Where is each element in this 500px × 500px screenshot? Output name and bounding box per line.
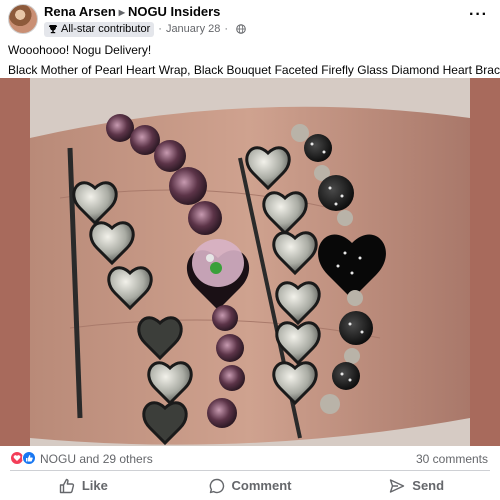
comments-count[interactable]: 30 comments — [416, 452, 488, 466]
separator-dot: · — [224, 23, 229, 35]
post-actions: Like Comment Send — [0, 471, 500, 500]
post-caption-line-2: Black Mother of Pearl Heart Wrap, Black … — [8, 63, 500, 77]
send-button[interactable]: Send — [333, 471, 500, 500]
author-name[interactable]: Rena Arsen — [44, 4, 116, 19]
contributor-badge[interactable]: All-star contributor — [44, 21, 155, 37]
post-caption-line-1: Wooohooo! Nogu Delivery! — [8, 43, 152, 57]
like-label: Like — [81, 478, 108, 493]
triangle-right-icon: ▶ — [118, 8, 125, 17]
globe-icon — [236, 24, 246, 34]
send-label: Send — [412, 478, 445, 493]
post-date[interactable]: January 28 — [166, 23, 220, 35]
separator-dot: · — [158, 23, 162, 35]
reaction-icons[interactable] — [10, 451, 38, 465]
post-header: Rena Arsen ▶ NOGU Insiders All-star contri… — [0, 0, 500, 40]
like-reaction-icon — [22, 451, 36, 465]
like-button[interactable]: Like — [0, 471, 167, 500]
badge-label: All-star contributor — [61, 23, 151, 35]
send-icon — [390, 478, 405, 493]
group-name[interactable]: NOGU Insiders — [128, 4, 220, 19]
avatar[interactable] — [8, 4, 38, 34]
bracelet-photo-illustration — [0, 78, 500, 446]
love-reaction-icon — [10, 451, 24, 465]
post-meta: All-star contributor · January 28 · — [44, 21, 246, 37]
reactions-bar: NOGU and 29 others 30 comments — [0, 448, 500, 468]
more-icon[interactable]: ··· — [469, 7, 488, 23]
reaction-summary[interactable]: NOGU and 29 others — [40, 452, 153, 466]
trophy-icon — [49, 25, 57, 34]
author-line: Rena Arsen ▶ NOGU Insiders — [44, 4, 220, 19]
comment-icon — [209, 478, 224, 493]
comment-button[interactable]: Comment — [167, 471, 334, 500]
comment-label: Comment — [231, 478, 292, 493]
post-photo[interactable] — [0, 78, 500, 446]
like-icon — [59, 478, 74, 493]
